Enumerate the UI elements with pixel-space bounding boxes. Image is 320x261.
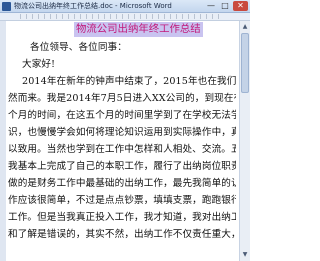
- ruler-ticks: [20, 14, 220, 19]
- title-bar: 物流公司出纳年终工作总结.doc - Microsoft Word — □ ✕: [0, 0, 250, 13]
- body-line: 以致用。当然也学到在工作中怎样和人相处、交流。五个月来，: [8, 144, 236, 155]
- maximize-button[interactable]: □: [219, 1, 231, 11]
- minimize-button[interactable]: —: [205, 1, 217, 11]
- window-title: 物流公司出纳年终工作总结.doc - Microsoft Word: [14, 2, 172, 10]
- scroll-up-arrow-icon[interactable]: ▲: [241, 22, 249, 31]
- scroll-down-arrow-icon[interactable]: ▼: [241, 250, 249, 259]
- body-line: 然而来。我是2014年7月5日进入XX公司的，到现在有整整五: [8, 93, 236, 104]
- body-line: 和了解是错误的，其实不然，出纳工作不仅责任重大，而且有不: [8, 229, 236, 240]
- body-line: 2014年在新年的钟声中结束了，2015年也在我们的期待中悄: [22, 76, 236, 87]
- salutation-line: 各位领导、各位同事：: [30, 42, 127, 53]
- document-title[interactable]: 物流公司出纳年终工作总结: [74, 22, 203, 37]
- body-line: 做的是财务工作中最基础的出纳工作，最先我简单的认为出纳工: [8, 178, 236, 189]
- vertical-scrollbar[interactable]: ▲ ▼: [239, 21, 250, 261]
- body-line: 作应该很简单，不过是点点钞票，填填支票，跑跑银行等等杂务性: [8, 195, 236, 206]
- scrollbar-thumb[interactable]: [241, 33, 249, 93]
- body-line: 我基本上完成了自己的本职工作，履行了出纳岗位职责，我现在: [8, 161, 236, 172]
- body-line: 识，也慢慢学会如何将理论知识运用到实际操作中，真正做到学: [8, 127, 236, 138]
- horizontal-ruler[interactable]: [0, 13, 250, 21]
- close-button[interactable]: ✕: [233, 1, 248, 11]
- body-line: 工作。但是当我真正投入工作，我才知道，我对出纳工作的认识: [8, 212, 236, 223]
- document-page[interactable]: 物流公司出纳年终工作总结 各位领导、各位同事： 大家好! 2014年在新年的钟声…: [8, 22, 236, 261]
- vertical-ruler: [0, 21, 6, 261]
- word-app-icon: [2, 2, 11, 11]
- greeting-line: 大家好!: [22, 59, 56, 70]
- body-line: 个月的时间，在这五个月的时间里学到了在学校无法学到的知: [8, 110, 236, 121]
